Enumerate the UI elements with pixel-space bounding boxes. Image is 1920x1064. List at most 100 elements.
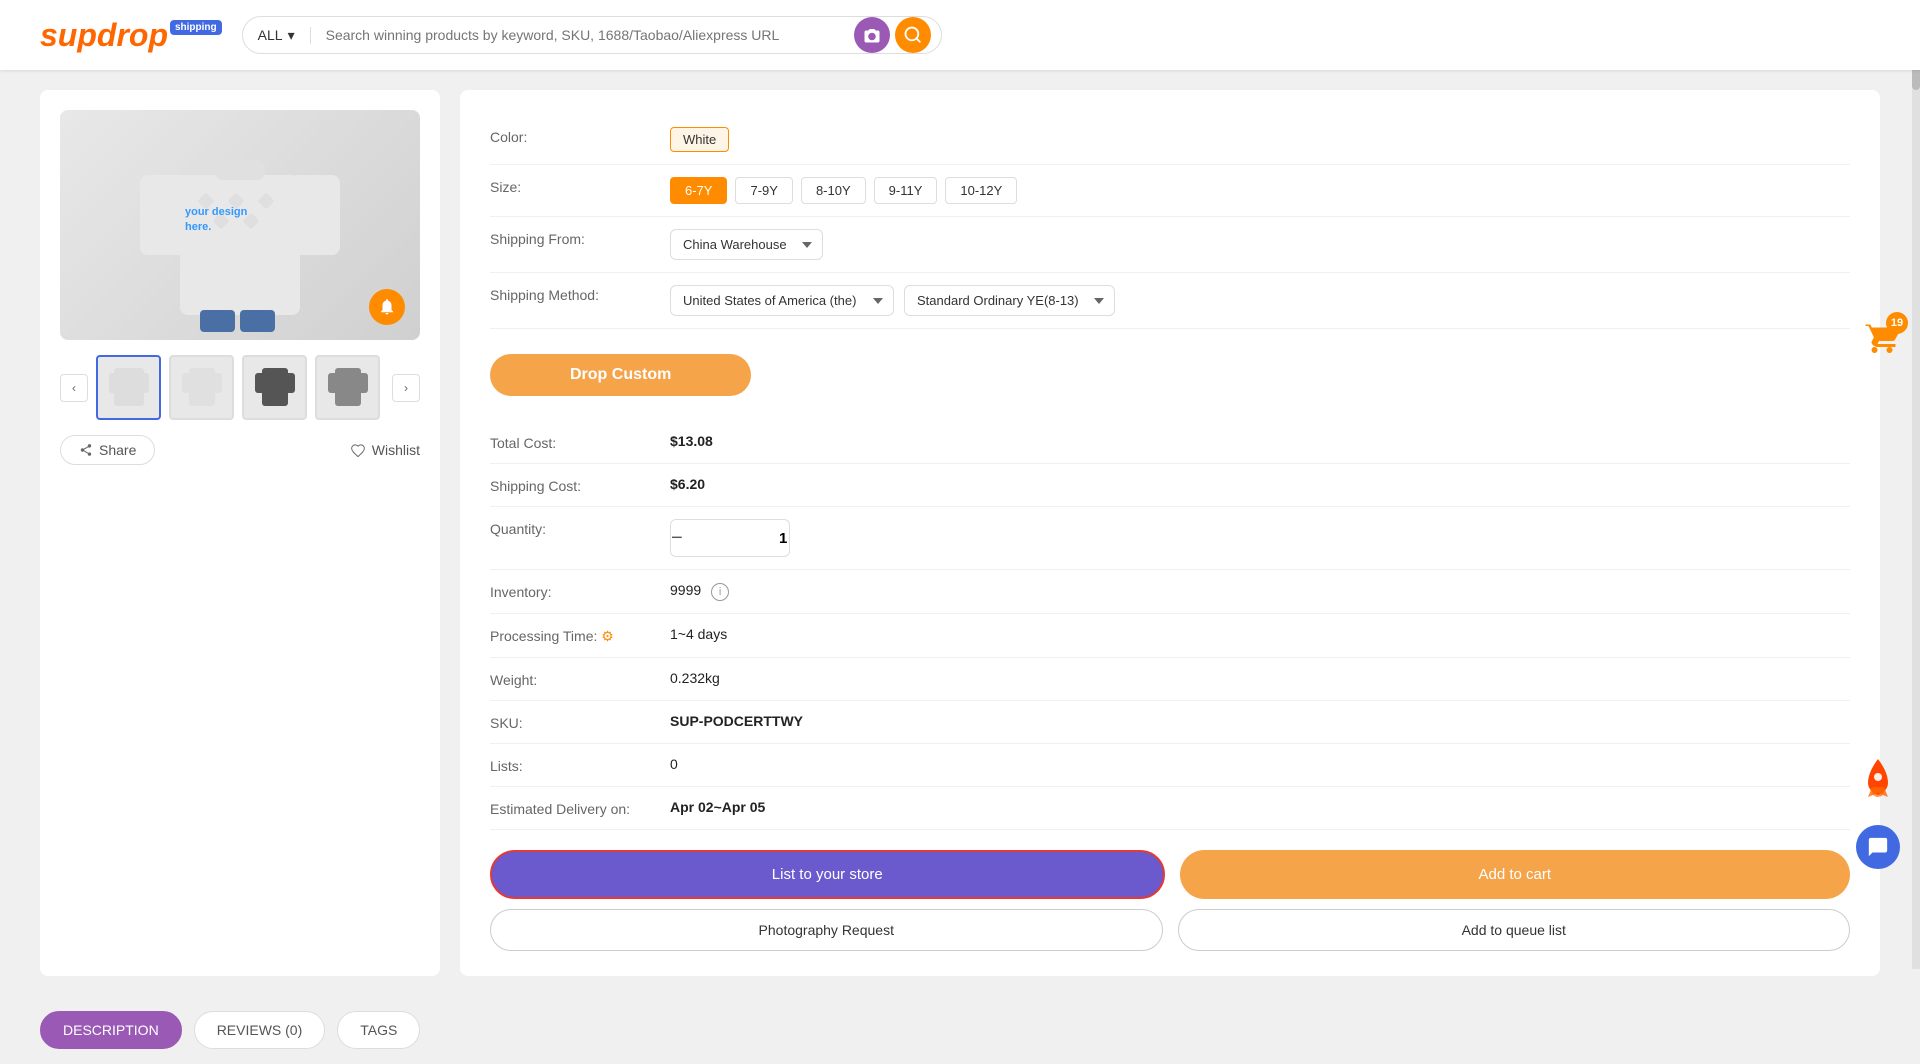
next-thumbnail-button[interactable]: › [392,374,420,402]
inventory-label: Inventory: [490,582,650,600]
thumbnail-4[interactable] [315,355,380,420]
quantity-input[interactable] [683,530,790,547]
product-details-panel: Color: White Size: 6-7Y 7-9Y 8-10Y 9-11Y… [460,90,1880,976]
processing-time-row: Processing Time: ⚙ 1~4 days [490,614,1850,658]
product-image-placeholder: your design here. [60,110,420,340]
drop-custom-section: Drop Custom [490,329,1850,421]
shipping-from-row: Shipping From: China Warehouse [490,217,1850,273]
actions-row: Share Wishlist [60,435,420,465]
camera-icon [863,27,881,43]
inventory-value: 9999 i [670,582,1850,601]
action-buttons-secondary: Photography Request Add to queue list [490,909,1850,951]
size-8-10y-button[interactable]: 8-10Y [801,177,866,204]
quantity-decrease-button[interactable]: − [671,520,683,556]
shipping-cost-row: Shipping Cost: $6.20 [490,464,1850,507]
logo[interactable]: supdrop shipping [40,17,222,54]
bell-icon [378,298,396,316]
wishlist-label: Wishlist [372,442,420,458]
prev-thumbnail-button[interactable]: ‹ [60,374,88,402]
photography-request-button[interactable]: Photography Request [490,909,1163,951]
search-input[interactable] [311,17,844,53]
tab-reviews[interactable]: REVIEWS (0) [194,1011,326,1049]
color-options: White [670,127,1850,152]
size-row: Size: 6-7Y 7-9Y 8-10Y 9-11Y 10-12Y [490,165,1850,217]
list-to-store-button[interactable]: List to your store [490,850,1165,899]
tabs-section: DESCRIPTION REVIEWS (0) TAGS [0,996,1920,1064]
total-cost-value: $13.08 [670,433,1850,449]
share-icon [79,443,93,457]
shipping-cost-label: Shipping Cost: [490,476,650,494]
chat-icon [1867,836,1889,858]
cart-button[interactable]: 19 [1864,320,1900,361]
add-to-queue-button[interactable]: Add to queue list [1178,909,1851,951]
tab-tags[interactable]: TAGS [337,1011,420,1049]
action-buttons-primary: List to your store Add to cart [490,850,1850,899]
color-row: Color: White [490,115,1850,165]
thumbnail-nav: ‹ [60,355,420,420]
estimated-delivery-value: Apr 02~Apr 05 [670,799,1850,815]
svg-text:here.: here. [185,221,211,233]
wishlist-button[interactable]: Wishlist [350,442,420,458]
weight-row: Weight: 0.232kg [490,658,1850,701]
processing-time-value: 1~4 days [670,626,1850,642]
inventory-info-icon[interactable]: i [711,583,729,601]
thumbnail-3[interactable] [242,355,307,420]
sku-value: SUP-PODCERTTWY [670,713,1850,729]
shipping-cost-value: $6.20 [670,476,1850,492]
logo-text: supdrop [40,17,168,54]
shipping-type-select[interactable]: Standard Ordinary YE(8-13) [904,285,1115,316]
size-7-9y-button[interactable]: 7-9Y [735,177,792,204]
lists-value: 0 [670,756,1850,772]
size-options-container: 6-7Y 7-9Y 8-10Y 9-11Y 10-12Y [670,177,1850,204]
inventory-row: Inventory: 9999 i [490,570,1850,614]
floating-bottom-icons [1856,757,1900,869]
search-icons [844,17,941,53]
add-to-cart-button[interactable]: Add to cart [1180,850,1851,899]
tab-description[interactable]: DESCRIPTION [40,1011,182,1049]
chevron-down-icon: ▾ [288,27,295,44]
quantity-row: Quantity: − + [490,507,1850,570]
size-10-12y-button[interactable]: 10-12Y [945,177,1017,204]
estimated-delivery-label: Estimated Delivery on: [490,799,650,817]
size-6-7y-button[interactable]: 6-7Y [670,177,727,204]
weight-label: Weight: [490,670,650,688]
color-label: Color: [490,127,650,145]
size-9-11y-button[interactable]: 9-11Y [874,177,938,204]
shipping-country-select[interactable]: United States of America (the) [670,285,894,316]
svg-text:your design: your design [185,206,248,218]
chat-button[interactable] [1856,825,1900,869]
estimated-delivery-row: Estimated Delivery on: Apr 02~Apr 05 [490,787,1850,830]
weight-value: 0.232kg [670,670,1850,686]
processing-icon: ⚙ [601,628,614,644]
scrollbar[interactable] [1912,0,1920,969]
magnifier-icon [904,26,922,44]
color-white-button[interactable]: White [670,127,729,152]
shipping-from-select[interactable]: China Warehouse [670,229,823,260]
header: supdrop shipping ALL ▾ [0,0,1920,70]
drop-custom-button[interactable]: Drop Custom [490,354,751,396]
search-filter[interactable]: ALL ▾ [243,27,311,44]
shipping-method-value: United States of America (the) Standard … [670,285,1850,316]
shipping-method-label: Shipping Method: [490,285,650,303]
thumbnail-1[interactable] [96,355,161,420]
rocket-button[interactable] [1860,757,1896,810]
total-cost-label: Total Cost: [490,433,650,451]
quantity-stepper: − + [670,519,790,557]
search-button[interactable] [895,17,931,53]
heart-icon [350,443,366,457]
shipping-from-value: China Warehouse [670,229,1850,260]
sku-row: SKU: SUP-PODCERTTWY [490,701,1850,744]
notification-badge[interactable] [369,289,405,325]
search-bar: ALL ▾ [242,16,942,54]
logo-badge: shipping [170,20,222,35]
camera-search-button[interactable] [854,17,890,53]
shipping-from-label: Shipping From: [490,229,650,247]
share-button[interactable]: Share [60,435,155,465]
processing-time-label: Processing Time: ⚙ [490,626,650,645]
floating-cart: 19 [1864,320,1900,361]
thumbnail-2[interactable] [169,355,234,420]
share-label: Share [99,442,136,458]
main-image: your design here. [60,110,420,340]
quantity-stepper-container: − + [670,519,1850,557]
shipping-method-row: Shipping Method: United States of Americ… [490,273,1850,329]
